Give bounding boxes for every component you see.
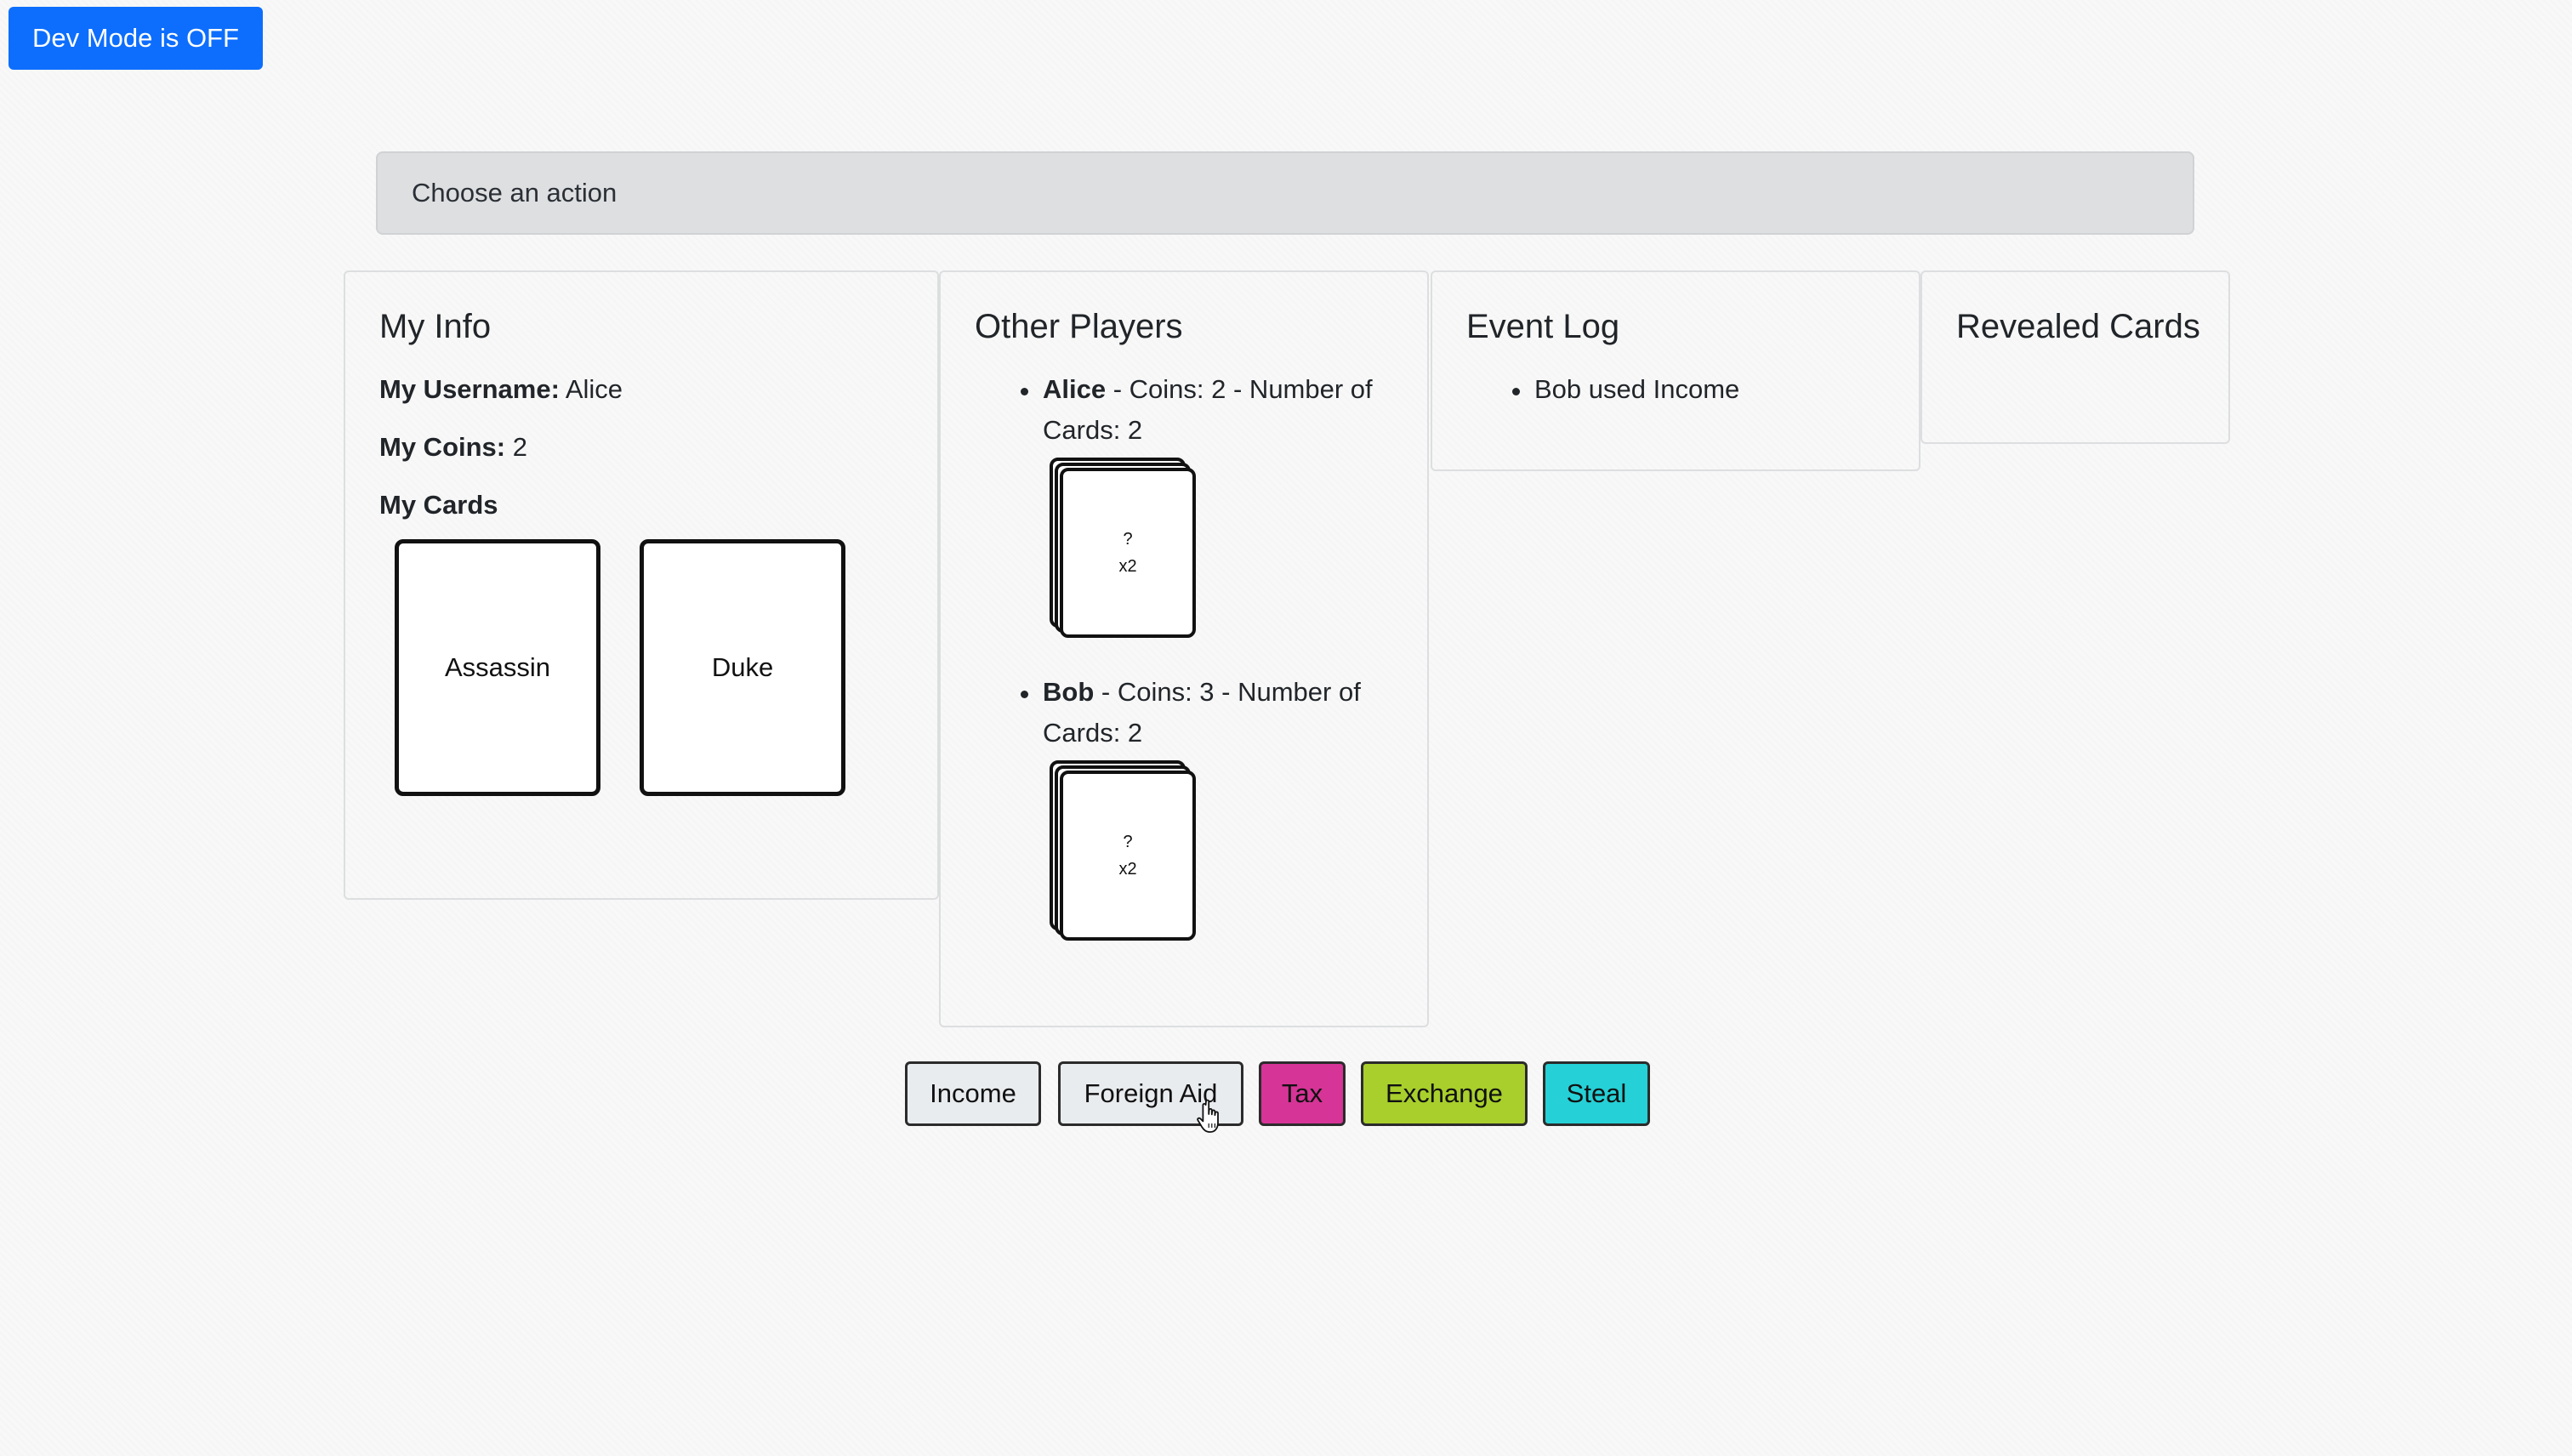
list-bullet (1021, 691, 1028, 698)
hidden-card-symbol: ? (1123, 833, 1133, 851)
my-coins-label: My Coins: (379, 432, 506, 462)
tax-button[interactable]: Tax (1259, 1061, 1346, 1126)
player-entry-text: Alice - Coins: 2 - Number of Cards: 2 (1043, 369, 1417, 451)
player-card-stack: ? x2 (1050, 760, 1203, 947)
my-info-panel: My Info My Username: Alice My Coins: 2 M… (344, 270, 939, 900)
hidden-card-count: x2 (1118, 860, 1137, 879)
exchange-button[interactable]: Exchange (1361, 1061, 1528, 1126)
hidden-card: ? x2 (1060, 468, 1196, 638)
my-card-assassin[interactable]: Assassin (395, 539, 600, 796)
my-card-duke[interactable]: Duke (640, 539, 845, 796)
my-card-label: Duke (711, 652, 774, 682)
hand-pointer-icon (1197, 1099, 1219, 1133)
hidden-card-count: x2 (1118, 557, 1137, 576)
my-username-value: Alice (565, 374, 623, 404)
player-card-stack: ? x2 (1050, 458, 1203, 645)
other-players-panel: Other Players Alice - Coins: 2 - Number … (939, 270, 1429, 1027)
my-cards-heading: My Cards (379, 490, 498, 520)
event-log-panel: Event Log Bob used Income (1431, 270, 1920, 471)
list-bullet (1512, 388, 1520, 395)
my-cards-label: My Cards (379, 490, 498, 520)
action-prompt-text: Choose an action (412, 178, 617, 208)
list-bullet (1021, 388, 1028, 395)
my-info-title: My Info (379, 308, 492, 345)
my-card-label: Assassin (444, 652, 551, 682)
my-username-line: My Username: Alice (379, 374, 623, 405)
hidden-card: ? x2 (1060, 771, 1196, 941)
other-players-title: Other Players (975, 308, 1183, 345)
my-username-label: My Username: (379, 374, 560, 404)
income-button[interactable]: Income (905, 1061, 1041, 1126)
player-entry-text: Bob - Coins: 3 - Number of Cards: 2 (1043, 672, 1417, 754)
action-prompt-banner: Choose an action (376, 151, 2194, 235)
revealed-cards-panel: Revealed Cards (1920, 270, 2230, 444)
my-coins-value: 2 (512, 432, 527, 462)
player-name: Alice (1043, 374, 1107, 404)
dev-mode-toggle-button[interactable]: Dev Mode is OFF (9, 7, 263, 70)
steal-button[interactable]: Steal (1543, 1061, 1650, 1126)
event-log-title: Event Log (1466, 308, 1620, 345)
player-name: Bob (1043, 677, 1095, 707)
my-coins-line: My Coins: 2 (379, 432, 527, 463)
hidden-card-symbol: ? (1123, 530, 1133, 549)
event-log-entry: Bob used Income (1534, 374, 1740, 404)
revealed-cards-title: Revealed Cards (1956, 308, 2200, 345)
